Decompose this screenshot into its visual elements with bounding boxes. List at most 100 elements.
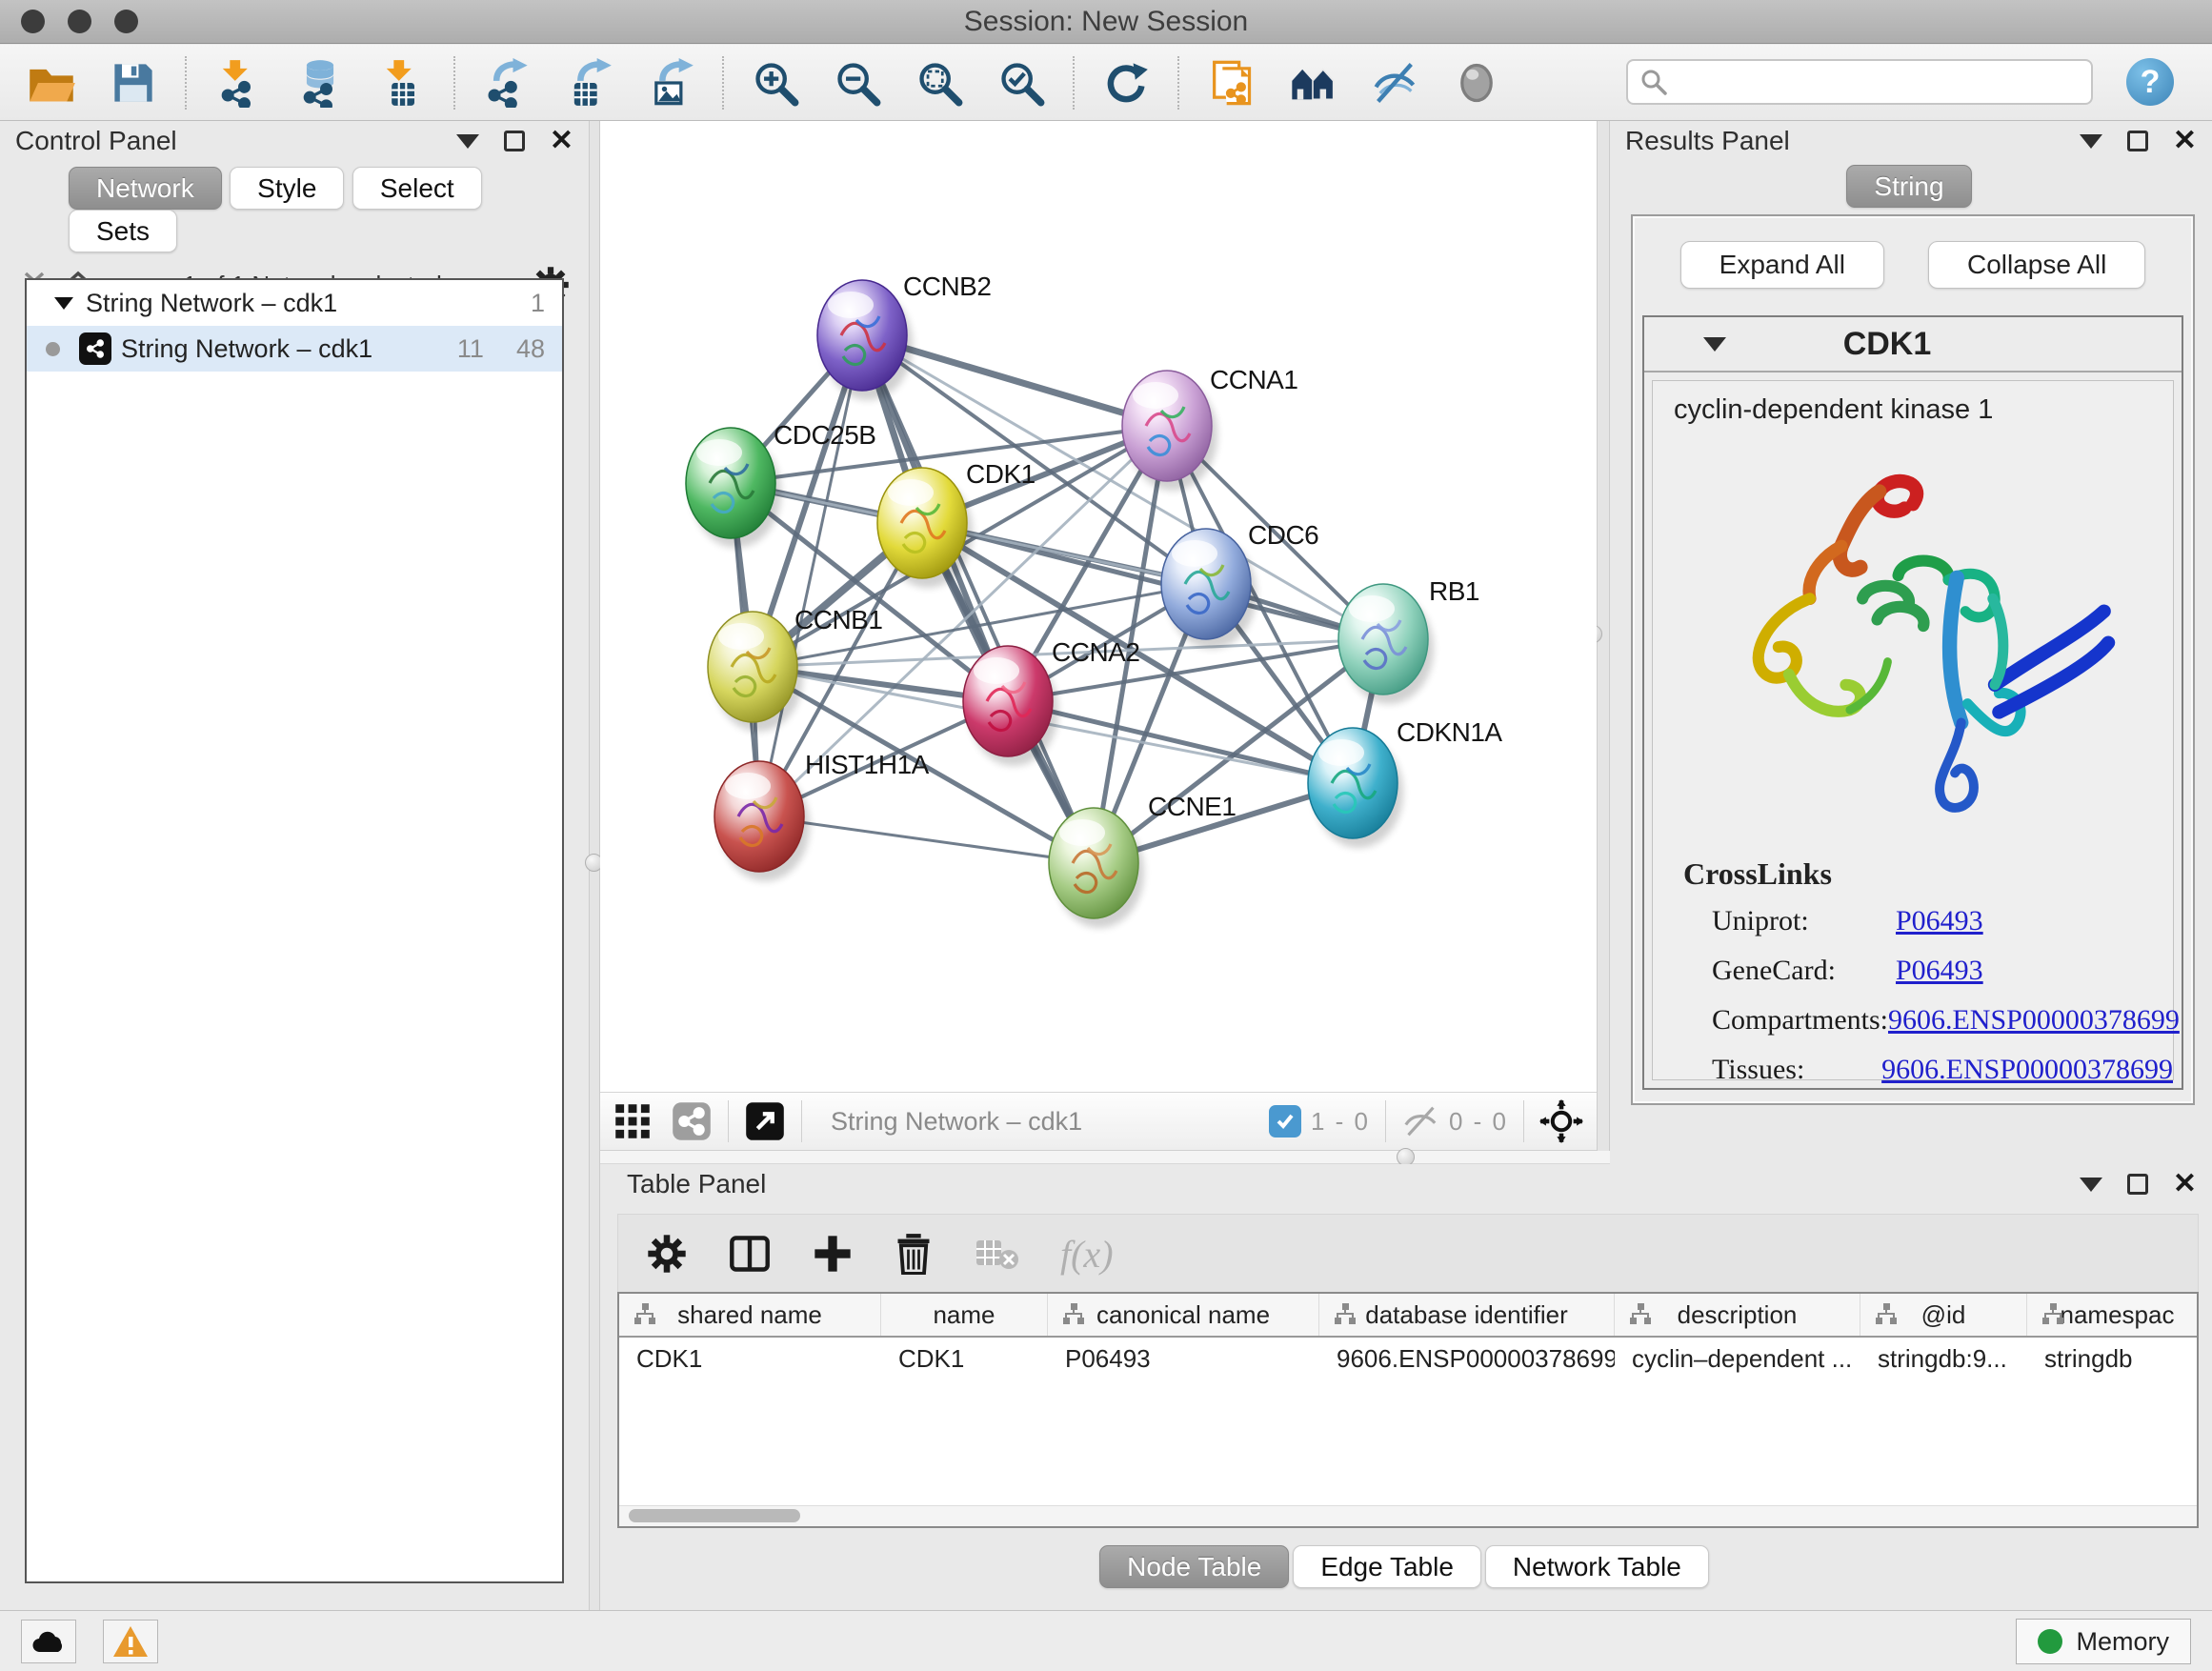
- collapse-table-panel-icon[interactable]: [2080, 1178, 2102, 1192]
- table-panel: Table Panel ✕ f(x) shared namenamecanoni…: [600, 1164, 2212, 1610]
- network-node[interactable]: [708, 612, 803, 732]
- network-node[interactable]: [1049, 808, 1144, 928]
- network-node[interactable]: [714, 761, 810, 881]
- save-session-icon[interactable]: [109, 58, 158, 108]
- show-columns-icon[interactable]: [729, 1233, 771, 1275]
- tab-style[interactable]: Style: [230, 167, 344, 210]
- network-node-label: CDKN1A: [1397, 717, 1502, 747]
- import-table-icon[interactable]: [377, 58, 427, 108]
- column-header[interactable]: @id: [1860, 1294, 2027, 1336]
- selected-indicator-checkbox[interactable]: [1269, 1105, 1301, 1137]
- tab-edge-table[interactable]: Edge Table: [1293, 1545, 1481, 1588]
- close-window-button[interactable]: [21, 10, 45, 33]
- table-cell[interactable]: P06493: [1048, 1344, 1319, 1374]
- collection-expander-icon[interactable]: [51, 292, 76, 313]
- column-header[interactable]: database identifier: [1319, 1294, 1615, 1336]
- network-node[interactable]: [1122, 371, 1217, 491]
- network-row[interactable]: String Network – cdk1 11 48: [27, 326, 562, 372]
- close-panel-icon[interactable]: ✕: [550, 127, 573, 155]
- show-all-icon[interactable]: [1452, 58, 1501, 108]
- import-network-file-icon[interactable]: [213, 58, 263, 108]
- crosslink-link[interactable]: P06493: [1896, 955, 1983, 987]
- scrollbar-thumb[interactable]: [629, 1509, 800, 1522]
- crosslink-link[interactable]: 9606.ENSP00000378699: [1888, 1004, 2180, 1037]
- close-results-icon[interactable]: ✕: [2173, 127, 2197, 155]
- zoom-selected-icon[interactable]: [996, 58, 1046, 108]
- export-network-icon[interactable]: [482, 58, 532, 108]
- string-network-icon: [79, 332, 111, 365]
- float-table-panel-icon[interactable]: [2127, 1174, 2148, 1195]
- search-input[interactable]: [1668, 68, 2068, 97]
- close-table-panel-icon[interactable]: ✕: [2173, 1170, 2197, 1198]
- hide-selected-icon[interactable]: [1370, 58, 1419, 108]
- refresh-layout-icon[interactable]: [1101, 58, 1151, 108]
- table-cell[interactable]: 9606.ENSP00000378699: [1319, 1344, 1615, 1374]
- minimize-window-button[interactable]: [68, 10, 91, 33]
- tab-sets[interactable]: Sets: [69, 210, 177, 252]
- gene-section-header[interactable]: CDK1: [1644, 317, 2182, 372]
- gene-expander-icon[interactable]: [1703, 337, 1726, 352]
- column-header[interactable]: description: [1615, 1294, 1860, 1336]
- fit-selected-crosshair-icon[interactable]: [1539, 1099, 1583, 1143]
- column-header[interactable]: name: [881, 1294, 1048, 1336]
- delete-column-trash-icon[interactable]: [895, 1233, 933, 1275]
- zoom-window-button[interactable]: [114, 10, 138, 33]
- open-session-folder-icon[interactable]: [27, 58, 76, 108]
- group-nodes-icon[interactable]: [1288, 58, 1337, 108]
- table-cell[interactable]: cyclin–dependent ...: [1615, 1344, 1860, 1374]
- network-node[interactable]: [1308, 728, 1403, 848]
- memory-button[interactable]: Memory: [2016, 1619, 2191, 1664]
- network-edge[interactable]: [862, 335, 1094, 863]
- column-header[interactable]: namespac: [2027, 1294, 2199, 1336]
- column-header[interactable]: shared name: [619, 1294, 881, 1336]
- table-h-scrollbar[interactable]: [619, 1505, 2197, 1526]
- table-cell[interactable]: CDK1: [881, 1344, 1048, 1374]
- window-controls[interactable]: [21, 10, 138, 33]
- table-options-gear-icon[interactable]: [647, 1234, 687, 1274]
- network-node-label: HIST1H1A: [805, 750, 930, 779]
- hidden-counts: 0 - 0: [1449, 1107, 1508, 1137]
- float-results-icon[interactable]: [2127, 131, 2148, 151]
- table-cell[interactable]: CDK1: [619, 1344, 881, 1374]
- tab-string-results[interactable]: String: [1846, 165, 1971, 208]
- search-box[interactable]: [1626, 59, 2093, 105]
- zoom-fit-icon[interactable]: [915, 58, 964, 108]
- tab-node-table[interactable]: Node Table: [1099, 1545, 1289, 1588]
- tab-network-table[interactable]: Network Table: [1485, 1545, 1709, 1588]
- network-node[interactable]: [1161, 529, 1257, 649]
- network-node[interactable]: [817, 280, 913, 400]
- table-cell[interactable]: stringdb:9...: [1860, 1344, 2027, 1374]
- network-collection-row[interactable]: String Network – cdk1 1: [27, 280, 562, 326]
- zoom-out-icon[interactable]: [833, 58, 882, 108]
- table-cell[interactable]: stringdb: [2027, 1344, 2199, 1374]
- tab-select[interactable]: Select: [352, 167, 482, 210]
- network-node[interactable]: [877, 468, 973, 588]
- network-node-label: CCNA1: [1210, 365, 1297, 394]
- table-row[interactable]: CDK1CDK1P064939606.ENSP00000378699cyclin…: [619, 1338, 2197, 1379]
- export-table-icon[interactable]: [564, 58, 613, 108]
- column-header[interactable]: canonical name: [1048, 1294, 1319, 1336]
- float-panel-icon[interactable]: [504, 131, 525, 151]
- collapse-panel-icon[interactable]: [456, 134, 479, 149]
- network-node[interactable]: [1338, 584, 1434, 704]
- cloud-button[interactable]: [21, 1620, 76, 1663]
- network-style-icon[interactable]: [671, 1100, 713, 1142]
- export-image-icon[interactable]: [646, 58, 695, 108]
- collapse-results-icon[interactable]: [2080, 134, 2102, 149]
- current-network-bullet: [46, 342, 60, 356]
- birds-eye-view-icon[interactable]: [744, 1100, 786, 1142]
- expand-all-button[interactable]: Expand All: [1680, 241, 1884, 289]
- zoom-in-icon[interactable]: [751, 58, 800, 108]
- create-column-plus-icon[interactable]: [813, 1234, 853, 1274]
- help-icon[interactable]: ?: [2126, 58, 2174, 106]
- crosslink-link[interactable]: 9606.ENSP00000378699: [1881, 1054, 2173, 1086]
- string-import-icon[interactable]: [1206, 58, 1256, 108]
- crosslink-link[interactable]: P06493: [1896, 905, 1983, 937]
- network-node[interactable]: [963, 646, 1058, 766]
- collapse-all-button[interactable]: Collapse All: [1928, 241, 2145, 289]
- warnings-button[interactable]: [103, 1620, 158, 1663]
- network-canvas[interactable]: CCNB2CCNA1CDC25BCDK1CDC6RB1CCNB1CCNA2HIS…: [600, 121, 1597, 1092]
- tab-network[interactable]: Network: [69, 167, 222, 210]
- grid-view-icon[interactable]: [613, 1102, 652, 1140]
- import-network-database-icon[interactable]: [295, 58, 345, 108]
